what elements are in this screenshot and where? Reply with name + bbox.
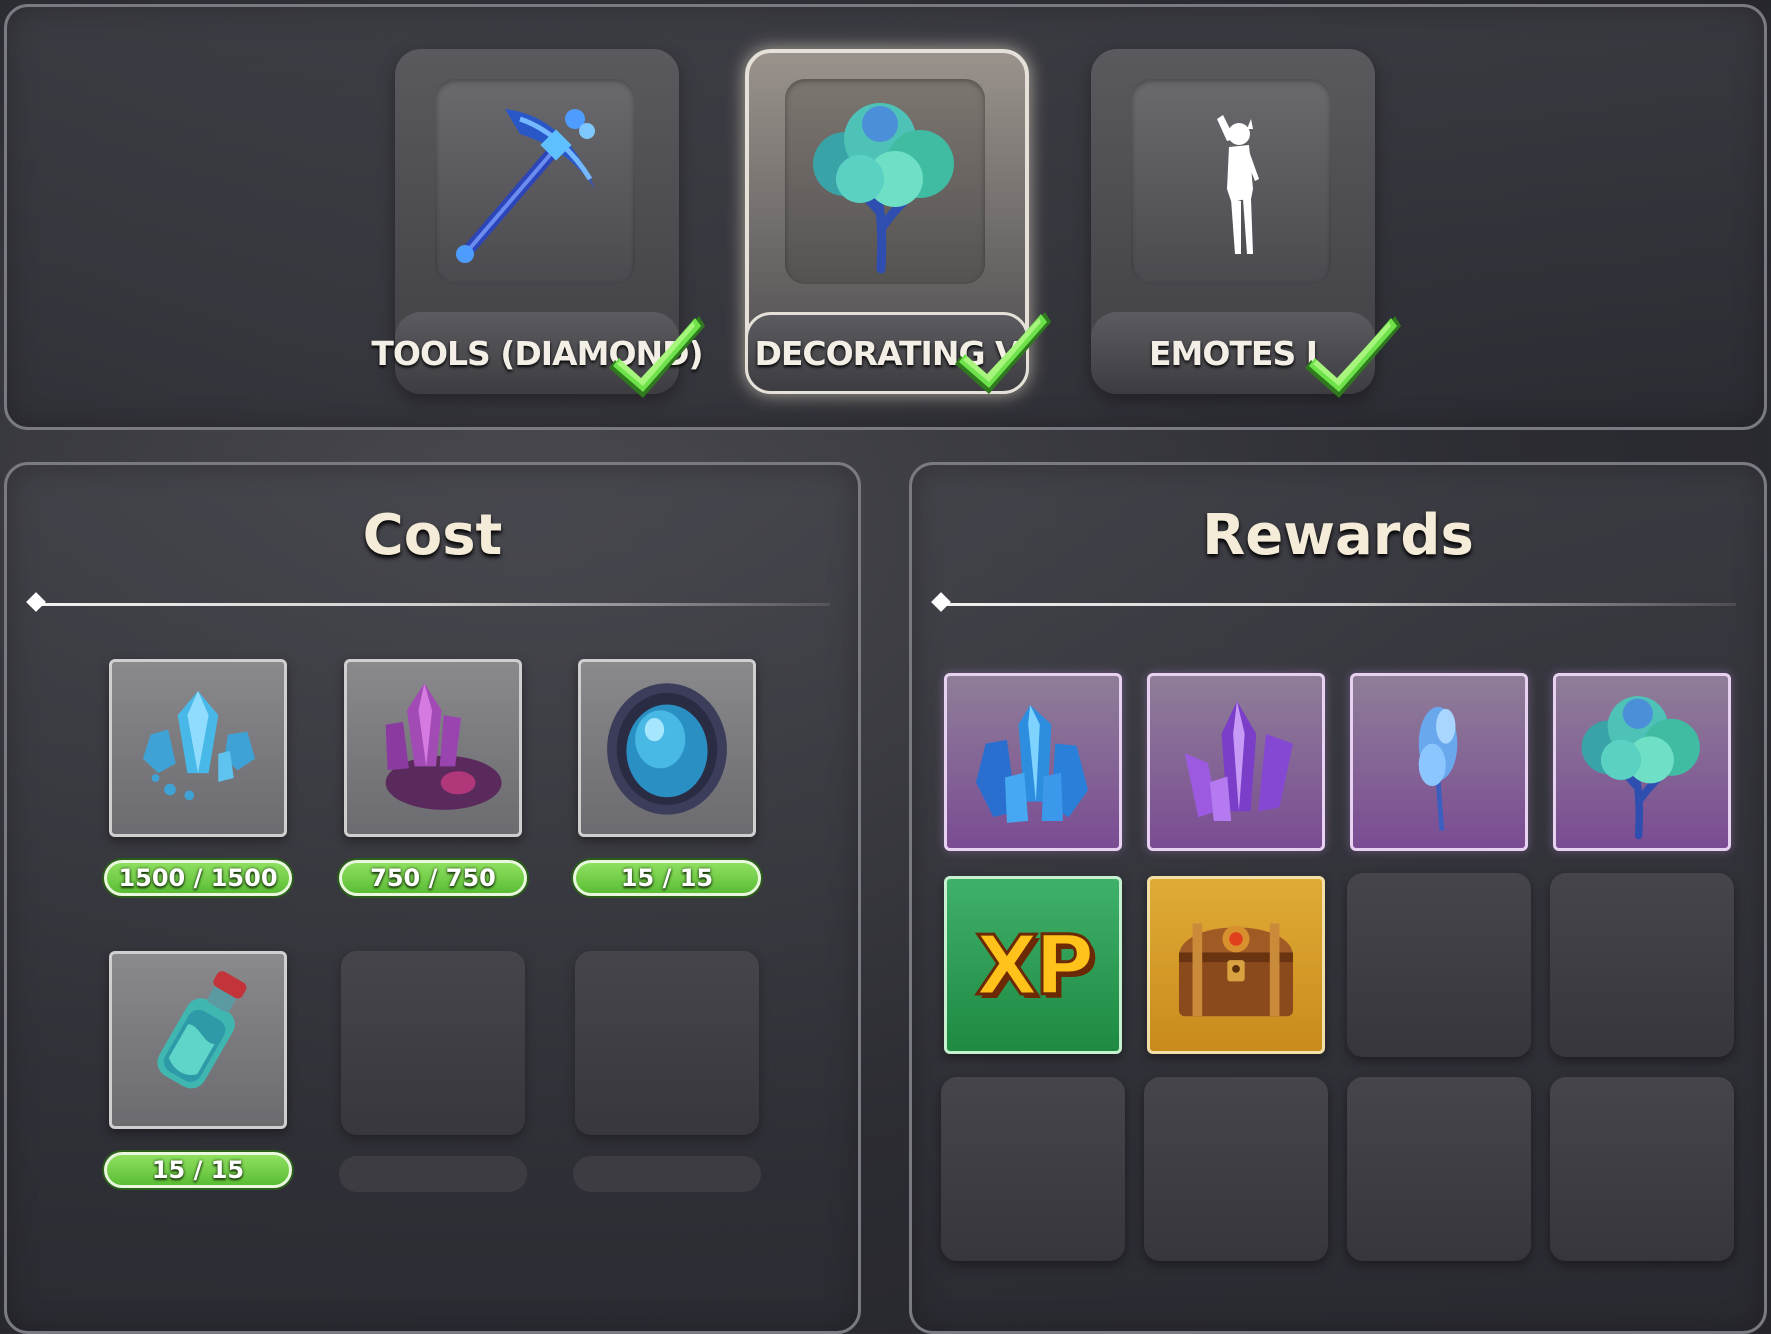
- check-icon: [955, 312, 1051, 394]
- empty-reward-slot: [1347, 873, 1531, 1057]
- check-icon: [609, 316, 705, 398]
- crystal-tree-icon: [1556, 676, 1728, 848]
- unlock-icon-frame: [435, 79, 635, 284]
- reward-item-slot[interactable]: [1147, 876, 1325, 1054]
- potion-bottle-icon: [157, 971, 247, 1089]
- unlock-card-decorating-v[interactable]: DECORATING V: [745, 49, 1051, 394]
- diamond-pickaxe-icon: [456, 109, 595, 263]
- purple-crystal-ore-icon: [385, 683, 502, 810]
- cost-panel: Cost 1500 / 1500 750 / 750 15 / 15 15 / …: [4, 462, 861, 1334]
- divider-diamond-icon: [26, 592, 46, 612]
- unlock-card-emotes-i[interactable]: EMOTES I: [1091, 49, 1401, 398]
- cost-title: Cost: [362, 503, 503, 568]
- rewards-panel: Rewards XP: [909, 462, 1767, 1334]
- empty-cost-slot: [341, 951, 525, 1135]
- divider: [26, 592, 830, 612]
- empty-cost-pill: [339, 1156, 527, 1192]
- unlock-icon-frame: [1131, 79, 1331, 284]
- cost-item-slot[interactable]: [578, 659, 756, 837]
- blue-crystal-shards-icon: [142, 690, 256, 801]
- unlock-icon-frame: [785, 79, 985, 284]
- reward-item-slot[interactable]: [1553, 673, 1731, 851]
- cost-progress-pill: 1500 / 1500: [104, 860, 292, 896]
- empty-reward-slot: [1550, 1077, 1734, 1261]
- cost-progress-pill: 15 / 15: [104, 1152, 292, 1188]
- xp-icon: XP: [974, 918, 1096, 1016]
- emote-silhouette-icon: [1217, 115, 1259, 254]
- empty-cost-slot: [575, 951, 759, 1135]
- blue-crystal-cluster-icon: [975, 704, 1089, 823]
- reward-item-slot[interactable]: [944, 673, 1122, 851]
- treasure-chest-icon: [1178, 923, 1294, 1017]
- cost-progress-pill: 750 / 750: [339, 860, 527, 896]
- empty-reward-slot: [941, 1077, 1125, 1261]
- unlock-path-panel: TOOLS (DIAMOND) DECORATING V EMOTES I: [4, 4, 1767, 430]
- empty-reward-slot: [1347, 1077, 1531, 1261]
- rewards-title: Rewards: [1202, 503, 1474, 568]
- purple-crystal-cluster-icon: [1184, 701, 1294, 821]
- empty-reward-slot: [1144, 1077, 1328, 1261]
- cost-item-slot[interactable]: [344, 659, 522, 837]
- divider-diamond-icon: [931, 592, 951, 612]
- crystal-tree-icon: [785, 79, 985, 284]
- cost-item-slot[interactable]: [109, 659, 287, 837]
- empty-reward-slot: [1550, 873, 1734, 1057]
- reward-item-slot[interactable]: [1350, 673, 1528, 851]
- cost-item-slot[interactable]: [109, 951, 287, 1129]
- check-icon: [1305, 316, 1401, 398]
- reward-item-slot[interactable]: [1147, 673, 1325, 851]
- reward-item-slot[interactable]: XP: [944, 876, 1122, 1054]
- empty-cost-pill: [573, 1156, 761, 1192]
- blue-sapling-icon: [1418, 706, 1458, 831]
- blue-gem-stone-icon: [607, 683, 727, 815]
- divider: [931, 592, 1736, 612]
- unlock-card-tools-diamond[interactable]: TOOLS (DIAMOND): [371, 49, 705, 398]
- cost-progress-pill: 15 / 15: [573, 860, 761, 896]
